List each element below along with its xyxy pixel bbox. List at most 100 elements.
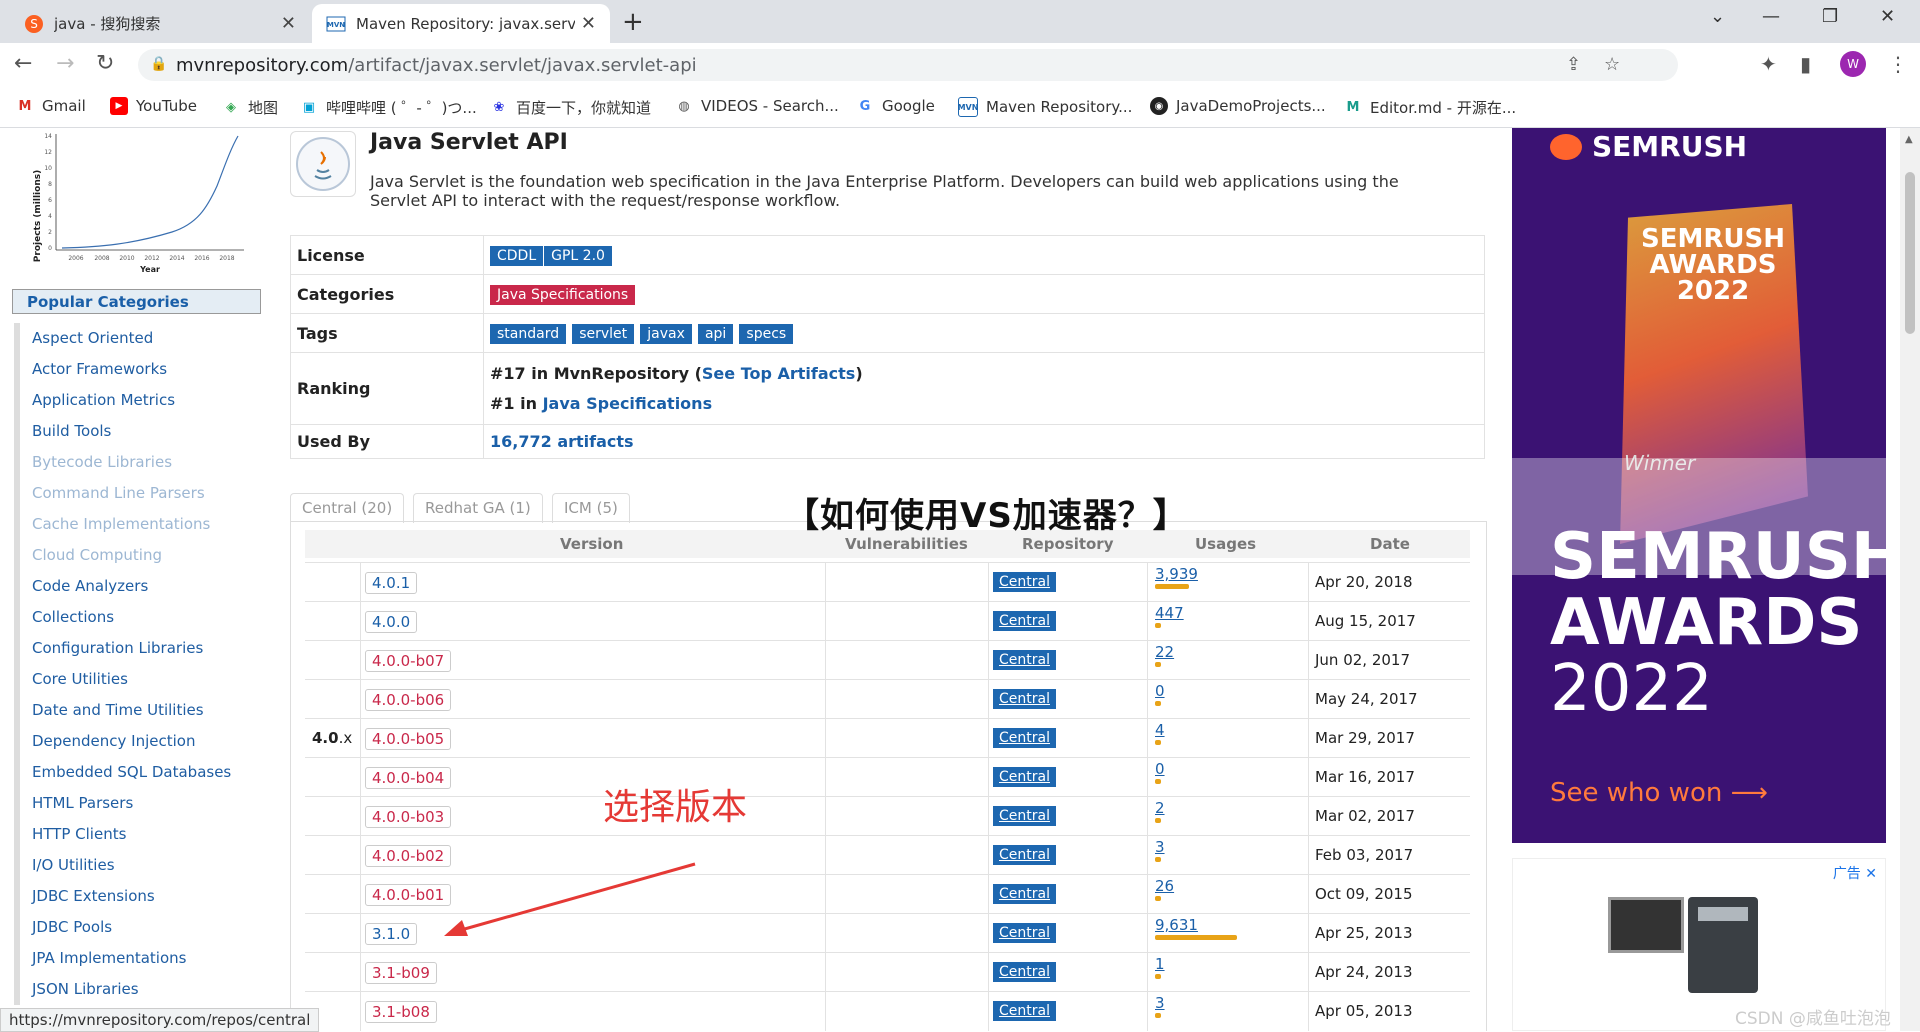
category-link[interactable]: Cache Implementations xyxy=(20,509,270,540)
bookmark-maps[interactable]: ◈ 地图 xyxy=(222,97,278,118)
restore-icon[interactable]: ❐ xyxy=(1822,6,1838,27)
category-badge[interactable]: Java Specifications xyxy=(490,284,636,305)
category-link[interactable]: JDBC Extensions xyxy=(20,881,270,912)
repository-link[interactable]: Central xyxy=(993,689,1056,709)
version-link[interactable]: 4.0.0-b02 xyxy=(365,845,452,867)
tab-sogou[interactable]: S java - 搜狗搜索 ✕ xyxy=(10,4,310,43)
category-link[interactable]: Date and Time Utilities xyxy=(20,695,270,726)
category-link[interactable]: HTML Parsers xyxy=(20,788,270,819)
category-link[interactable]: Dependency Injection xyxy=(20,726,270,757)
tab-search-icon[interactable]: ⌄ xyxy=(1710,6,1725,27)
category-link[interactable]: I/O Utilities xyxy=(20,850,270,881)
close-icon[interactable]: ✕ xyxy=(281,13,296,34)
version-link[interactable]: 4.0.0-b01 xyxy=(365,884,452,906)
repository-link[interactable]: Central xyxy=(993,728,1056,748)
category-link[interactable]: Command Line Parsers xyxy=(20,478,270,509)
bookmark-star-icon[interactable]: ☆ xyxy=(1604,54,1620,75)
bookmark-youtube[interactable]: ▶ YouTube xyxy=(110,97,197,115)
tag-badge[interactable]: api xyxy=(697,323,734,344)
ad-cta[interactable]: See who won ⟶ xyxy=(1550,778,1768,808)
tag-badge[interactable]: servlet xyxy=(572,323,635,344)
version-link[interactable]: 3.1-b08 xyxy=(365,1001,437,1023)
see-top-artifacts-link[interactable]: See Top Artifacts xyxy=(702,364,855,383)
scroll-up-icon[interactable]: ▲ xyxy=(1905,134,1913,145)
address-bar[interactable]: 🔒 mvnrepository.com/artifact/javax.servl… xyxy=(138,49,1678,81)
bookmark-maven[interactable]: MVN Maven Repository... xyxy=(958,97,1132,117)
category-link[interactable]: Embedded SQL Databases xyxy=(20,757,270,788)
avatar[interactable]: W xyxy=(1840,51,1866,77)
close-icon[interactable]: ✕ xyxy=(1865,866,1877,882)
bookmark-github[interactable]: ◉ JavaDemoProjects... xyxy=(1150,97,1326,115)
repository-link[interactable]: Central xyxy=(993,923,1056,943)
scrollbar[interactable]: ▲ xyxy=(1900,128,1920,1031)
category-link[interactable]: Core Utilities xyxy=(20,664,270,695)
version-link[interactable]: 4.0.0-b06 xyxy=(365,689,452,711)
repository-link[interactable]: Central xyxy=(993,962,1056,982)
share-icon[interactable]: ⇪ xyxy=(1566,54,1581,75)
usages-link[interactable]: 2 xyxy=(1155,799,1165,817)
extensions-icon[interactable]: ✦ xyxy=(1760,52,1777,76)
usages-link[interactable]: 3 xyxy=(1155,994,1165,1012)
usages-link[interactable]: 3 xyxy=(1155,838,1165,856)
ad-label[interactable]: 广告 ✕ xyxy=(1833,863,1877,883)
usages-link[interactable]: 4 xyxy=(1155,721,1165,739)
java-specifications-link[interactable]: Java Specifications xyxy=(543,394,713,413)
usages-link[interactable]: 3,939 xyxy=(1155,565,1198,583)
license-badge[interactable]: GPL 2.0 xyxy=(544,245,612,266)
license-badge[interactable]: CDDL xyxy=(490,245,544,266)
repository-link[interactable]: Central xyxy=(993,611,1056,631)
bookmark-bilibili[interactable]: ▣ 哔哩哔哩 ( ゜- ゜)つ... xyxy=(300,97,477,118)
category-link[interactable]: JPA Implementations xyxy=(20,943,270,974)
version-link[interactable]: 3.1-b09 xyxy=(365,962,437,984)
usages-link[interactable]: 1 xyxy=(1155,955,1165,973)
version-link[interactable]: 4.0.0-b07 xyxy=(365,650,452,672)
forward-icon[interactable]: → xyxy=(56,51,74,76)
repository-link[interactable]: Central xyxy=(993,884,1056,904)
tag-badge[interactable]: standard xyxy=(490,323,567,344)
category-link[interactable]: Actor Frameworks xyxy=(20,354,270,385)
category-link[interactable]: Application Metrics xyxy=(20,385,270,416)
version-link[interactable]: 4.0.0 xyxy=(365,611,418,633)
lock-icon[interactable]: 🔒 xyxy=(150,56,167,72)
repository-link[interactable]: Central xyxy=(993,572,1056,592)
tag-badge[interactable]: javax xyxy=(640,323,692,344)
category-link[interactable]: Configuration Libraries xyxy=(20,633,270,664)
repository-link[interactable]: Central xyxy=(993,806,1056,826)
category-link[interactable]: JDBC Pools xyxy=(20,912,270,943)
bookmark-editormd[interactable]: M Editor.md - 开源在... xyxy=(1344,97,1517,118)
version-link[interactable]: 4.0.1 xyxy=(365,572,418,594)
bookmark-baidu[interactable]: ❀ 百度一下，你就知道 xyxy=(490,97,651,118)
url-text[interactable]: mvnrepository.com/artifact/javax.servlet… xyxy=(176,55,697,76)
repository-link[interactable]: Central xyxy=(993,650,1056,670)
tag-badge[interactable]: specs xyxy=(739,323,794,344)
version-link[interactable]: 3.1.0 xyxy=(365,923,418,945)
new-tab-icon[interactable]: + xyxy=(622,7,644,37)
repository-link[interactable]: Central xyxy=(993,767,1056,787)
close-icon[interactable]: ✕ xyxy=(581,13,596,34)
usages-link[interactable]: 22 xyxy=(1155,643,1174,661)
category-link[interactable]: HTTP Clients xyxy=(20,819,270,850)
semrush-ad[interactable]: SEMRUSH SEMRUSH AWARDS 2022 Winner SEMRU… xyxy=(1512,128,1886,843)
category-link[interactable]: Aspect Oriented xyxy=(20,323,270,354)
tab-icm[interactable]: ICM (5) xyxy=(552,493,630,523)
tab-redhat-ga[interactable]: Redhat GA (1) xyxy=(413,493,543,523)
minimize-icon[interactable]: — xyxy=(1762,6,1780,27)
bookmark-gmail[interactable]: M Gmail xyxy=(16,97,86,115)
usages-link[interactable]: 0 xyxy=(1155,682,1165,700)
close-window-icon[interactable]: ✕ xyxy=(1880,6,1895,27)
scrollbar-thumb[interactable] xyxy=(1905,172,1915,334)
bookmark-videos[interactable]: ◍ VIDEOS - Search... xyxy=(675,97,839,115)
usedby-link[interactable]: 16,772 artifacts xyxy=(490,432,634,451)
usages-link[interactable]: 447 xyxy=(1155,604,1184,622)
usages-link[interactable]: 0 xyxy=(1155,760,1165,778)
back-icon[interactable]: ← xyxy=(14,51,32,76)
menu-icon[interactable]: ⋮ xyxy=(1888,52,1908,76)
version-link[interactable]: 4.0.0-b03 xyxy=(365,806,452,828)
category-link[interactable]: Collections xyxy=(20,602,270,633)
repository-link[interactable]: Central xyxy=(993,1001,1056,1021)
category-link[interactable]: Build Tools xyxy=(20,416,270,447)
category-link[interactable]: Bytecode Libraries xyxy=(20,447,270,478)
tab-mvnrepository[interactable]: MVN Maven Repository: javax.servle ✕ xyxy=(312,4,610,43)
tab-central[interactable]: Central (20) xyxy=(290,493,405,523)
usages-link[interactable]: 9,631 xyxy=(1155,916,1198,934)
